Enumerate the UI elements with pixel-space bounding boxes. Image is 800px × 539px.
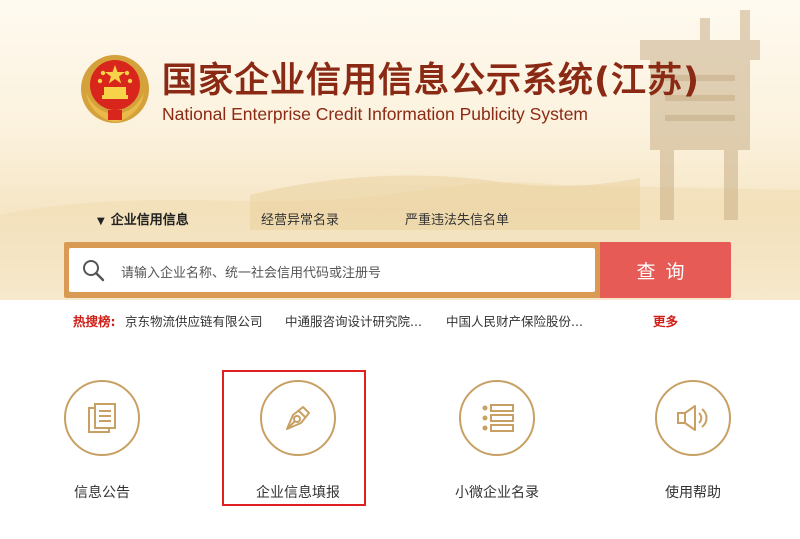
search-button[interactable]: 查询: [600, 242, 731, 298]
document-icon: [88, 403, 116, 433]
national-emblem-icon: [81, 55, 149, 123]
hot-search-more-link[interactable]: 更多: [653, 311, 678, 330]
search-placeholder: 请输入企业名称、统一社会信用代码或注册号: [121, 266, 382, 281]
tab-serious-violation-list[interactable]: 严重违法失信名单: [405, 209, 509, 228]
caret-down-icon: ▼: [97, 216, 105, 227]
site-subtitle: National Enterprise Credit Information P…: [162, 104, 589, 124]
hot-search-item[interactable]: 中国人民财产保险股份...: [446, 311, 583, 330]
tab-enterprise-credit[interactable]: ▼ 企业信用信息: [97, 209, 189, 228]
hot-search-item[interactable]: 中通服咨询设计研究院...: [285, 311, 422, 330]
hot-search-label: 热搜榜:: [73, 314, 116, 329]
selection-highlight-box: [222, 370, 366, 506]
feature-label: 信息公告: [74, 485, 130, 501]
feature-label: 使用帮助: [665, 485, 721, 501]
site-title: 国家企业信用信息公示系统(江苏): [162, 61, 700, 101]
feature-help[interactable]: 使用帮助: [633, 380, 753, 502]
feature-icon-circle: [655, 380, 731, 456]
hot-search-item[interactable]: 京东物流供应链有限公司: [125, 311, 263, 330]
list-icon: [482, 404, 514, 432]
search-type-tabs: ▼ 企业信用信息 经营异常名录 严重违法失信名单: [0, 209, 800, 229]
search-icon: [83, 260, 105, 282]
feature-icon-circle: [64, 380, 140, 456]
feature-micro-enterprise-list[interactable]: 小微企业名录: [437, 380, 557, 502]
feature-icon-circle: [459, 380, 535, 456]
tab-abnormal-list[interactable]: 经营异常名录: [261, 209, 339, 228]
feature-label: 小微企业名录: [455, 485, 539, 501]
speaker-icon: [677, 405, 708, 431]
feature-info-notice[interactable]: 信息公告: [42, 380, 162, 502]
